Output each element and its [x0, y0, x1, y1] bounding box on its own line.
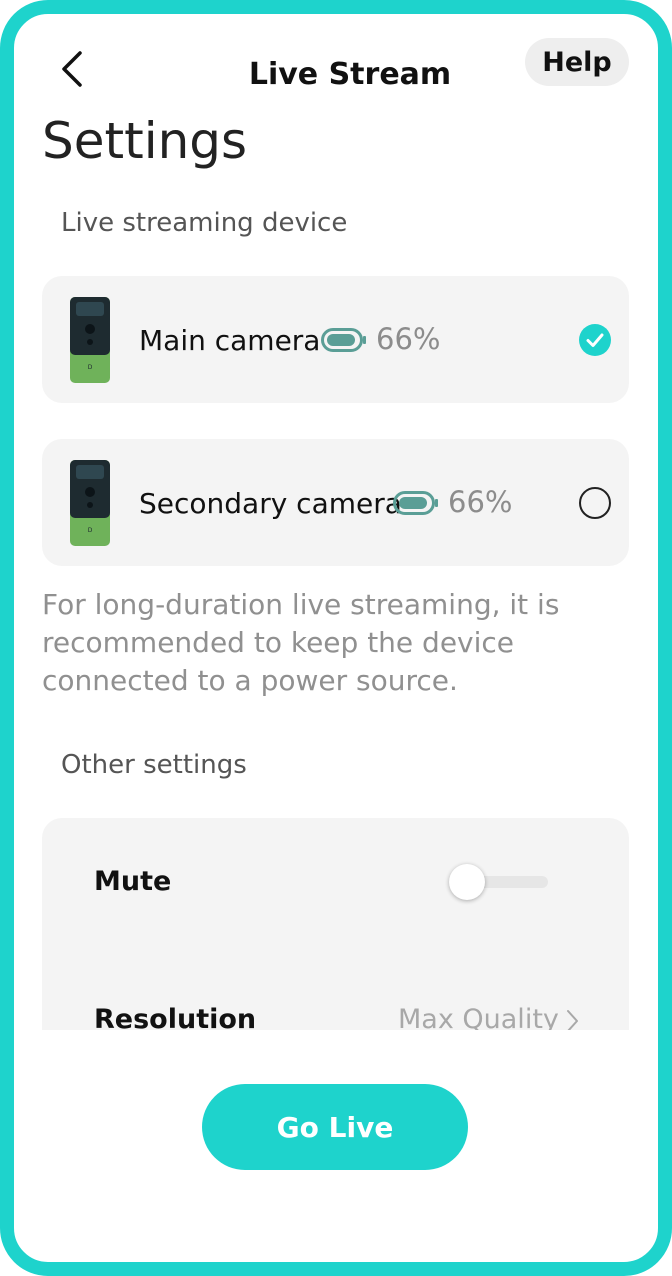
device-name: Main camera — [139, 324, 321, 357]
other-settings-label: Other settings — [61, 750, 247, 780]
battery-percentage: 66% — [448, 485, 513, 519]
page-title: Settings — [42, 112, 248, 170]
device-card-secondary-camera[interactable]: D Secondary camera 66% — [42, 439, 629, 566]
svg-text:D: D — [88, 527, 93, 534]
help-button[interactable]: Help — [525, 38, 629, 86]
battery-icon — [393, 491, 438, 515]
go-live-button[interactable]: Go Live — [202, 1084, 468, 1170]
device-name: Secondary camera — [139, 487, 402, 520]
chevron-right-icon — [567, 1010, 578, 1030]
other-settings-card: Mute Resolution Max Quality — [42, 818, 629, 1030]
battery-icon — [321, 328, 366, 352]
app-screen: Live Stream Help Settings Live streaming… — [0, 0, 672, 1276]
svg-text:D: D — [88, 364, 93, 371]
mute-label: Mute — [94, 866, 172, 897]
resolution-label: Resolution — [94, 1004, 257, 1030]
camera-image: D — [70, 297, 110, 383]
device-card-main-camera[interactable]: D Main camera 66% — [42, 276, 629, 403]
unselected-radio[interactable] — [579, 487, 611, 519]
camera-image: D — [70, 460, 110, 546]
battery-percentage: 66% — [376, 322, 441, 356]
resolution-value: Max Quality — [398, 1004, 559, 1030]
page-header-title: Live Stream — [248, 57, 452, 92]
check-icon — [586, 333, 604, 347]
live-streaming-device-label: Live streaming device — [61, 208, 348, 238]
power-source-note: For long-duration live streaming, it is … — [42, 588, 560, 697]
back-button[interactable] — [52, 44, 92, 94]
toggle-knob — [449, 864, 485, 900]
selected-radio[interactable] — [579, 324, 611, 356]
chevron-left-icon — [62, 51, 82, 87]
